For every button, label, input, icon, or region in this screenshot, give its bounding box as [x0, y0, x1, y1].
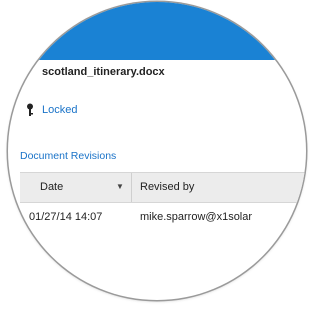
- document-file-name: scotland_itinerary.docx: [42, 66, 165, 78]
- lock-status-label[interactable]: Locked: [42, 104, 77, 116]
- paperclip-icon[interactable]: [14, 212, 22, 225]
- column-header-date[interactable]: Date: [40, 181, 63, 193]
- revisions-section-title: Document Revisions: [20, 150, 117, 162]
- column-divider[interactable]: [131, 173, 132, 202]
- revision-author: mike.sparrow@x1solar: [140, 211, 253, 223]
- key-icon: [26, 103, 34, 117]
- table-row[interactable]: 01/27/14 14:07 mike.sparrow@x1solar: [14, 203, 306, 234]
- document-header-bar: [8, 2, 306, 60]
- revision-date: 01/27/14 14:07: [29, 211, 103, 223]
- sort-desc-icon[interactable]: ▼: [116, 182, 124, 191]
- zoom-stage: scotland_itinerary.docx Locked Document …: [0, 0, 310, 309]
- column-header-revised-by[interactable]: Revised by: [140, 181, 194, 193]
- lock-status-row[interactable]: Locked: [26, 103, 77, 117]
- table-header: Date ▼ Revised by: [20, 172, 306, 203]
- revisions-table: Date ▼ Revised by 01/27/14 14:07 mike.sp…: [14, 172, 306, 234]
- magnifier-lens: scotland_itinerary.docx Locked Document …: [8, 2, 306, 300]
